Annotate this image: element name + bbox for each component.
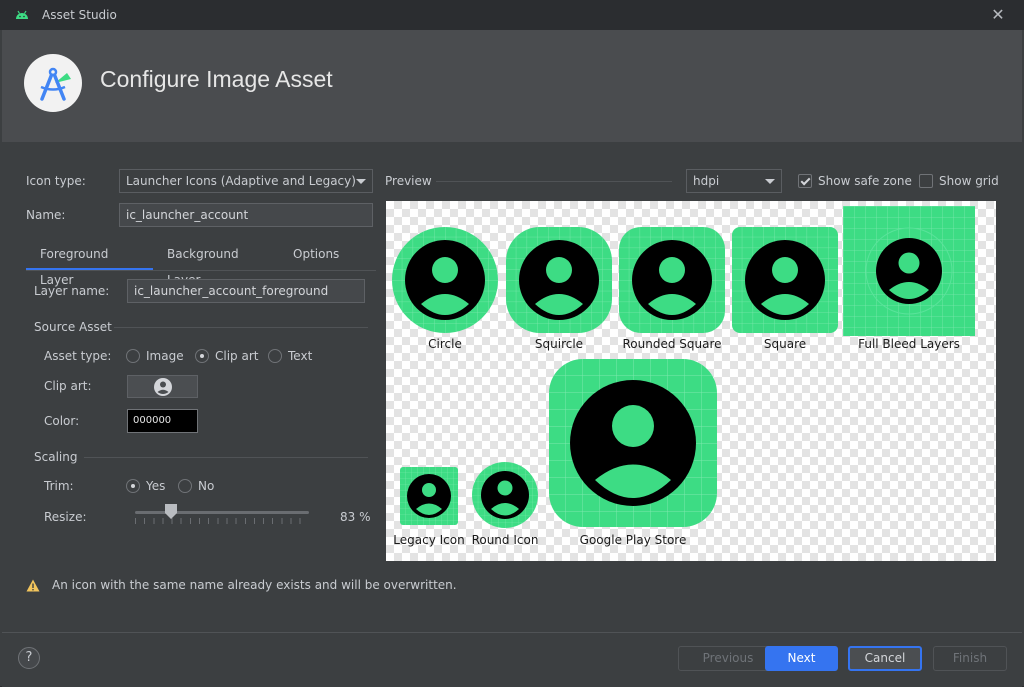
title-bar: Asset Studio ✕ [0,0,1024,30]
tab-foreground-layer[interactable]: Foreground Layer [26,241,153,287]
help-button[interactable]: ? [18,647,40,669]
next-button[interactable]: Next [765,646,838,671]
asset-type-clipart-label: Clip art [215,349,259,363]
icon-type-dropdown[interactable]: Launcher Icons (Adaptive and Legacy) [119,169,373,193]
clip-art-button[interactable] [127,375,198,398]
name-field[interactable]: ic_launcher_account [119,203,373,227]
preview-rounded-square [618,226,726,334]
finish-button[interactable]: Finish [933,646,1007,671]
cancel-button[interactable]: Cancel [848,646,922,671]
asset-studio-window: Asset Studio ✕ Configure Image Asset Ico… [0,0,1024,687]
icon-type-value: Launcher Icons (Adaptive and Legacy) [126,174,356,188]
preview-squircle [505,226,613,334]
asset-type-image-radio[interactable] [126,349,140,363]
warning-message: An icon with the same name already exist… [26,578,457,592]
trim-label: Trim: [44,479,74,493]
trim-no-radio[interactable] [178,479,192,493]
asset-type-text-label: Text [288,349,313,363]
clip-art-label: Clip art: [44,379,92,393]
tab-options[interactable]: Options [279,241,349,271]
warning-text: An icon with the same name already exist… [52,578,457,592]
resize-slider-ticks [135,518,309,524]
preview-canvas: Circle Squircle Rounded Square Square Fu… [386,201,996,561]
show-safe-zone-label: Show safe zone [818,174,912,188]
close-icon[interactable]: ✕ [988,5,1008,25]
android-icon [14,7,30,23]
section-divider [114,327,368,328]
show-grid-checkbox[interactable] [919,174,933,188]
trim-no-label: No [198,479,215,493]
color-label: Color: [44,414,80,428]
tab-divider [26,270,376,271]
preview-square [731,226,839,334]
page-title: Configure Image Asset [100,66,333,92]
show-grid-label: Show grid [939,174,999,188]
shape-label-square: Square [763,337,807,351]
icon-type-label: Icon type: [26,174,86,188]
account-circle-icon [153,377,172,396]
chevron-down-icon [765,179,775,184]
density-value: hdpi [693,174,720,188]
show-safe-zone-checkbox[interactable] [798,174,812,188]
scaling-heading: Scaling [34,450,78,464]
preview-round-icon [471,461,539,529]
asset-type-clipart-radio[interactable] [195,349,209,363]
previous-button[interactable]: Previous [678,646,778,671]
trim-yes-radio[interactable] [126,479,140,493]
shape-label-squircle: Squircle [534,337,584,351]
asset-type-label: Asset type: [44,349,112,363]
name-label: Name: [26,208,66,222]
wizard-body: Icon type: Launcher Icons (Adaptive and … [2,142,1022,632]
color-field[interactable]: 000000 [127,409,198,433]
preview-circle [391,226,499,334]
chevron-down-icon [356,179,366,184]
tab-background-layer[interactable]: Background Layer [153,241,279,287]
legacy-label-round-icon: Round Icon [471,533,539,547]
warning-icon [26,579,40,591]
resize-slider-track[interactable] [135,511,309,514]
preview-legacy-icon [399,466,459,526]
asset-type-text-radio[interactable] [268,349,282,363]
window-title: Asset Studio [42,8,117,22]
preview-label: Preview [385,174,432,188]
shape-label-circle: Circle [428,337,462,351]
wizard-footer: ? Previous Next Cancel Finish [2,632,1022,687]
preview-divider [436,181,672,182]
android-studio-logo [24,54,82,112]
wizard-header: Configure Image Asset [2,30,1022,142]
trim-yes-label: Yes [146,479,166,493]
resize-value: 83 % [340,510,371,524]
resize-label: Resize: [44,510,87,524]
preview-google-play-store [548,358,718,528]
section-divider [84,457,368,458]
density-dropdown[interactable]: hdpi [686,169,782,193]
legacy-label-google-play-store: Google Play Store [579,533,687,547]
shape-label-full-bleed: Full Bleed Layers [858,337,960,351]
layer-name-field[interactable]: ic_launcher_account_foreground [127,279,365,303]
preview-full-bleed [843,206,975,336]
resize-slider-thumb[interactable] [165,504,177,519]
layer-tabs: Foreground Layer Background Layer Option… [26,241,376,287]
legacy-label-legacy-icon: Legacy Icon [393,533,465,547]
source-asset-heading: Source Asset [34,320,112,334]
shape-label-rounded-square: Rounded Square [622,337,722,351]
layer-name-label: Layer name: [34,284,110,298]
asset-type-image-label: Image [146,349,184,363]
